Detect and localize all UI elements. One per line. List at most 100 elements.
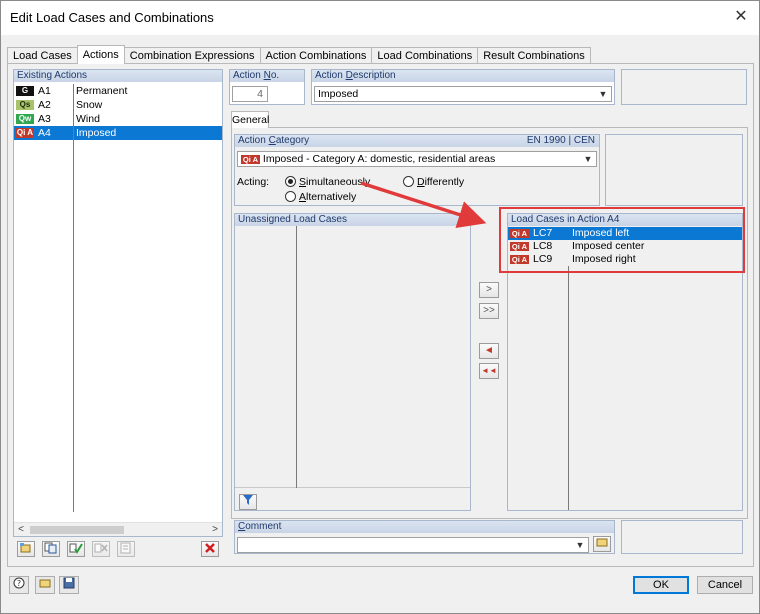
imposed-badge-icon: Qi A [16,128,34,138]
action-desc: Wind [76,113,100,125]
assign-all-button[interactable]: >> [479,303,499,319]
norm-label: EN 1990 | CEN [526,135,595,146]
copy-action-button[interactable] [42,541,60,557]
assigned-header: Load Cases in Action A4 [508,214,742,226]
imposed-badge-icon: Qi A [241,154,260,164]
existing-actions-list: Existing Actions G A1 Permanent Qs A2 Sn… [13,69,223,537]
lc-desc: Imposed center [572,240,645,252]
column-divider [568,266,569,510]
action-desc-group: Action Description Imposed ▼ [311,69,615,105]
tab-load-combinations[interactable]: Load Combinations [371,47,479,64]
ok-button[interactable]: OK [633,576,689,594]
list-item-action-a4[interactable]: Qi A A4 Imposed [14,126,222,140]
alternatively-radio[interactable] [285,191,296,202]
tab-general[interactable]: General [231,111,269,128]
simultaneously-label: Simultaneously [299,176,371,188]
wind-badge-icon: Qw [16,114,34,124]
close-icon[interactable]: ✕ [731,7,751,27]
save-icon [63,577,75,589]
lc-id: LC7 [533,227,553,239]
list-item-action-a1[interactable]: G A1 Permanent [14,84,222,98]
list-item-action-a3[interactable]: Qw A3 Wind [14,112,222,126]
action-id: A1 [38,85,51,97]
remove-all-button[interactable]: ◄◄ [479,363,499,379]
table-row-lc9[interactable]: Qi A LC9 Imposed right [508,253,742,266]
action-category-combo[interactable]: Qi A Imposed - Category A: domestic, res… [237,151,597,167]
window-title: Edit Load Cases and Combinations [10,10,214,25]
horizontal-scrollbar[interactable]: < > [14,522,222,536]
action-category-group: Action Category EN 1990 | CEN Qi A Impose… [234,134,600,206]
action-id: A2 [38,99,51,111]
delete-unused-button[interactable] [92,541,110,557]
remove-selected-button[interactable]: ◄ [479,343,499,359]
action-id: A4 [38,127,51,139]
scroll-right-icon[interactable]: > [208,523,222,537]
tab-action-combinations[interactable]: Action Combinations [259,47,373,64]
title-bar: Edit Load Cases and Combinations ✕ [1,1,759,35]
snow-badge-icon: Qs [16,100,34,110]
check-action-button[interactable] [67,541,85,557]
unassigned-header: Unassigned Load Cases [235,214,470,226]
assigned-load-cases: Load Cases in Action A4 Qi A LC7 Imposed… [507,213,743,511]
list-item-action-a2[interactable]: Qs A2 Snow [14,98,222,112]
lc-desc: Imposed left [572,227,630,239]
tab-load-cases[interactable]: Load Cases [7,47,78,64]
action-desc-value: Imposed [318,88,359,100]
cancel-button[interactable]: Cancel [697,576,753,594]
main-tabs: Load Cases Actions Combination Expressio… [7,45,591,64]
lc-id: LC8 [533,240,553,252]
action-desc: Permanent [76,85,128,97]
action-desc-combo[interactable]: Imposed ▼ [314,86,612,102]
chevron-down-icon: ▼ [598,89,608,99]
scroll-thumb[interactable] [30,526,124,534]
action-no-group: Action No. 4 [229,69,305,105]
column-divider [73,84,74,512]
action-no-label: Action No. [230,70,304,82]
comment-picker-button[interactable] [593,536,611,552]
new-action-icon [20,543,31,553]
filter-button[interactable] [239,494,257,510]
permanent-badge-icon: G [16,86,34,96]
delete-icon [205,543,215,553]
unassigned-load-cases: Unassigned Load Cases [234,213,471,511]
new-action-button[interactable] [17,541,35,557]
delete-action-button[interactable] [201,541,219,557]
action-desc: Snow [76,99,103,111]
help-icon: ? [13,577,25,589]
comment-combo[interactable]: ▼ [237,537,589,553]
scroll-left-icon[interactable]: < [14,523,28,537]
chevron-down-icon: ▼ [575,540,585,550]
action-no-field[interactable]: 4 [232,86,268,102]
filter-icon [243,495,253,505]
action-category-label: Action Category EN 1990 | CEN [235,135,599,147]
lc-desc: Imposed right [572,253,636,265]
tab-result-combinations[interactable]: Result Combinations [477,47,591,64]
tab-combination-expressions[interactable]: Combination Expressions [123,47,261,64]
open-button[interactable] [35,576,55,594]
folder-icon [596,538,608,547]
table-row-lc8[interactable]: Qi A LC8 Imposed center [508,240,742,253]
check-icon [69,543,83,554]
column-divider [296,226,297,488]
action-id: A3 [38,113,51,125]
tab-actions[interactable]: Actions [76,45,125,64]
assign-selected-button[interactable]: > [479,282,499,298]
renumber-icon [120,542,131,554]
renumber-button[interactable] [117,541,135,557]
imposed-badge-icon: Qi A [510,241,529,251]
comment-label: Comment [235,521,614,533]
table-row-lc7[interactable]: Qi A LC7 Imposed left [508,227,742,240]
save-button[interactable] [59,576,79,594]
help-button[interactable]: ? [9,576,29,594]
action-desc-label: Action Description [312,70,614,82]
comment-group: Comment ▼ [234,520,615,554]
copy-action-icon [44,542,57,554]
differently-label: Differently [417,176,465,188]
lc-id: LC9 [533,253,553,265]
unassigned-grid[interactable] [235,226,470,488]
simultaneously-radio[interactable] [285,176,296,187]
svg-text:?: ? [17,579,21,588]
imposed-badge-icon: Qi A [510,228,529,238]
delete-unused-icon [94,543,108,553]
differently-radio[interactable] [403,176,414,187]
